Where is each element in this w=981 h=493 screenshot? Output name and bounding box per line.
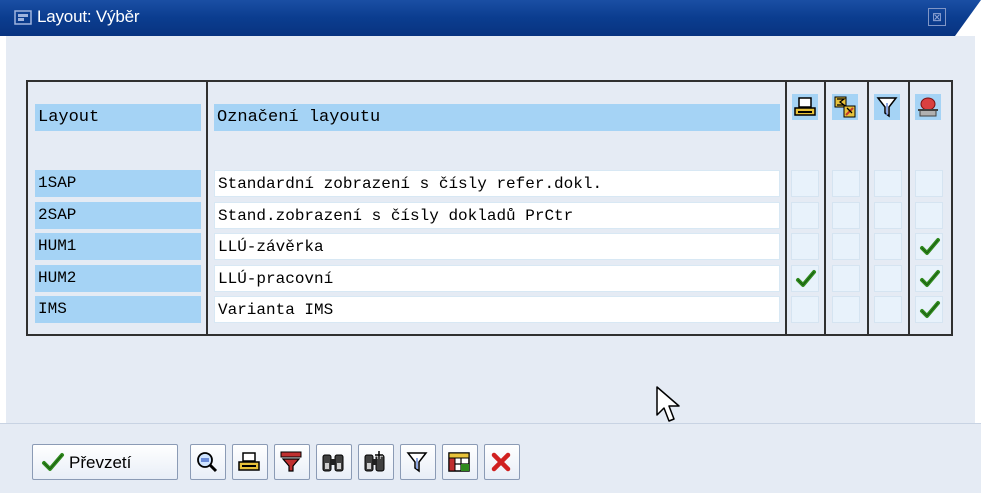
column-divider (824, 82, 826, 334)
print-button[interactable] (232, 444, 268, 480)
row-flag-cell[interactable] (874, 233, 902, 260)
checkmark-icon (42, 453, 64, 471)
column-divider (785, 82, 787, 334)
row-flag-cell[interactable] (915, 265, 943, 292)
column-header-layout[interactable]: Layout (35, 104, 201, 131)
filter-icon[interactable] (874, 94, 900, 120)
row-description-cell[interactable]: Varianta IMS (214, 296, 780, 323)
close-icon[interactable]: ⊠ (928, 8, 946, 26)
window-title: Layout: Výběr (37, 7, 140, 26)
user-specific-icon[interactable] (915, 94, 941, 120)
row-flag-cell[interactable] (874, 265, 902, 292)
row-flag-cell[interactable] (832, 202, 860, 229)
bottom-toolbar: Převzetí (0, 423, 981, 493)
row-description-cell[interactable]: Standardní zobrazení s čísly refer.dokl. (214, 170, 780, 197)
find-text-button[interactable] (316, 444, 352, 480)
find-next-button[interactable] (358, 444, 394, 480)
row-flag-cell[interactable] (791, 202, 819, 229)
column-header-description[interactable]: Označení layoutu (214, 104, 780, 131)
row-flag-cell[interactable] (791, 170, 819, 197)
funnel-icon (406, 452, 428, 473)
row-layout-cell[interactable]: HUM2 (35, 265, 201, 292)
row-layout-cell[interactable]: 2SAP (35, 202, 201, 229)
row-layout-cell[interactable]: HUM1 (35, 233, 201, 260)
accept-button[interactable]: Převzetí (32, 444, 178, 480)
row-flag-cell[interactable] (915, 296, 943, 323)
dialog-icon (14, 10, 32, 25)
printer-icon (238, 452, 260, 471)
checkmark-icon (920, 238, 940, 255)
row-flag-cell[interactable] (832, 296, 860, 323)
cancel-button[interactable] (484, 444, 520, 480)
find-button[interactable] (190, 444, 226, 480)
layout-table: Layout Označení layoutu 1SAP Standardní … (26, 80, 953, 336)
accept-button-label: Převzetí (69, 453, 132, 472)
row-flag-cell[interactable] (791, 233, 819, 260)
table-grid-icon (448, 452, 470, 472)
binoculars-icon (322, 454, 344, 472)
binoculars-plus-icon (364, 451, 385, 472)
dialog-window: Layout: Výběr ⊠ Layout Označení layoutu (0, 0, 981, 493)
row-flag-cell[interactable] (874, 170, 902, 197)
row-description-cell[interactable]: LLÚ-závěrka (214, 233, 780, 260)
row-description-cell[interactable]: LLÚ-pracovní (214, 265, 780, 292)
cancel-x-icon (491, 452, 511, 472)
row-flag-cell[interactable] (832, 265, 860, 292)
title-bar[interactable]: Layout: Výběr ⊠ (0, 0, 981, 36)
row-flag-cell[interactable] (915, 170, 943, 197)
filter-button[interactable] (400, 444, 436, 480)
row-flag-cell[interactable] (874, 296, 902, 323)
row-flag-cell[interactable] (791, 265, 819, 292)
row-flag-cell[interactable] (832, 233, 860, 260)
column-divider (867, 82, 869, 334)
magnifier-icon (197, 452, 218, 473)
mouse-cursor-icon (656, 386, 680, 422)
row-flag-cell[interactable] (915, 202, 943, 229)
sum-icon[interactable] (832, 94, 858, 120)
row-flag-cell[interactable] (791, 296, 819, 323)
column-divider (206, 82, 208, 334)
checkmark-icon (796, 270, 816, 287)
row-flag-cell[interactable] (832, 170, 860, 197)
title-bar-background (0, 0, 981, 36)
checkmark-icon (920, 270, 940, 287)
row-layout-cell[interactable]: 1SAP (35, 170, 201, 197)
row-layout-cell[interactable]: IMS (35, 296, 201, 323)
row-flag-cell[interactable] (874, 202, 902, 229)
row-description-cell[interactable]: Stand.zobrazení s čísly dokladů PrCtr (214, 202, 780, 229)
sort-button[interactable] (274, 444, 310, 480)
row-flag-cell[interactable] (915, 233, 943, 260)
grid-button[interactable] (442, 444, 478, 480)
print-icon[interactable] (792, 94, 818, 120)
sort-icon (280, 451, 302, 472)
checkmark-icon (920, 301, 940, 318)
column-divider (908, 82, 910, 334)
